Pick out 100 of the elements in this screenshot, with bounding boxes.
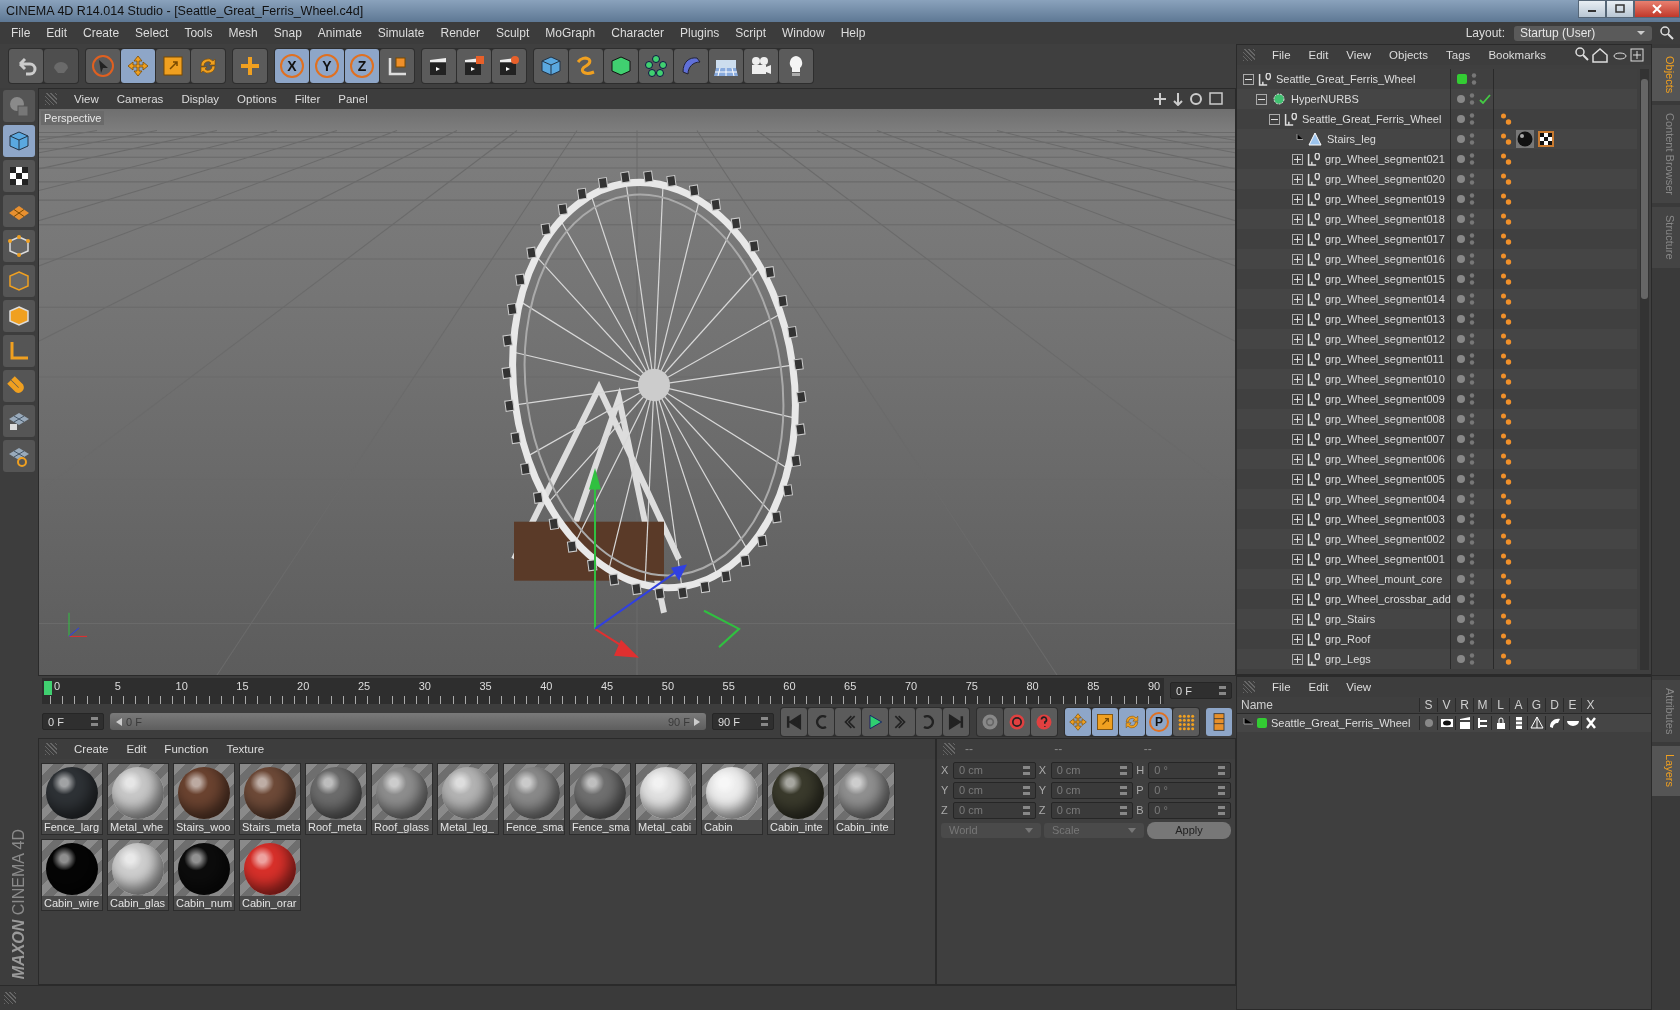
tool-button[interactable] — [604, 49, 638, 83]
material-swatch[interactable]: Stairs_meta — [239, 763, 301, 835]
phong-tag-icon[interactable] — [1500, 312, 1512, 326]
expand-toggle[interactable] — [1292, 233, 1303, 245]
menu-item[interactable]: Display — [174, 93, 227, 105]
editor-render-dots[interactable] — [1469, 392, 1475, 406]
editor-render-dots[interactable] — [1469, 492, 1475, 506]
editor-render-dots[interactable] — [1469, 552, 1475, 566]
object-name[interactable]: grp_Wheel_segment017 — [1325, 233, 1445, 245]
editor-render-dots[interactable] — [1469, 612, 1475, 626]
visibility-dot[interactable] — [1457, 615, 1465, 623]
phong-tag-icon[interactable] — [1500, 172, 1512, 186]
material-swatch[interactable]: Fence_larg — [41, 763, 103, 835]
right-handle-icon[interactable] — [694, 717, 700, 726]
checkmark-icon[interactable] — [1479, 93, 1491, 105]
tool-button[interactable] — [422, 49, 456, 83]
column-header[interactable]: E — [1563, 698, 1581, 712]
tool-button[interactable] — [1092, 707, 1118, 736]
menu-item[interactable]: File — [4, 26, 38, 40]
panel-grip[interactable] — [45, 93, 57, 105]
expand-toggle[interactable] — [1292, 193, 1303, 205]
object-name[interactable]: Seattle_Great_Ferris_Wheel — [1276, 73, 1416, 85]
expand-toggle[interactable] — [1292, 433, 1303, 445]
phong-tag-icon[interactable] — [1500, 552, 1512, 566]
tool-button[interactable] — [492, 49, 526, 83]
expand-toggle[interactable] — [1243, 73, 1254, 85]
editor-render-dots[interactable] — [1469, 412, 1475, 426]
expand-toggle[interactable] — [1292, 653, 1303, 665]
editor-render-dots[interactable] — [1469, 112, 1475, 126]
axis-button[interactable]: P — [1146, 707, 1172, 736]
playhead[interactable] — [44, 680, 52, 695]
visibility-dot[interactable] — [1457, 275, 1465, 283]
object-name[interactable]: grp_Wheel_segment020 — [1325, 173, 1445, 185]
3d-viewport[interactable]: Perspective — [39, 109, 1235, 675]
menu-item[interactable]: Function — [157, 743, 216, 755]
expand-toggle[interactable] — [1269, 113, 1280, 125]
menu-item[interactable]: Bookmarks — [1481, 49, 1553, 61]
column-header[interactable]: A — [1509, 698, 1527, 712]
column-header[interactable]: R — [1455, 698, 1473, 712]
column-header[interactable]: Name — [1237, 698, 1419, 712]
object-name[interactable]: grp_Roof — [1325, 633, 1371, 645]
menu-item[interactable]: Mesh — [221, 26, 265, 40]
phong-tag-icon[interactable] — [1500, 472, 1512, 486]
menu-item[interactable]: Snap — [266, 26, 309, 40]
editor-render-dots[interactable] — [1469, 92, 1475, 106]
editor-render-dots[interactable] — [1469, 132, 1475, 146]
phong-tag-icon[interactable] — [1500, 612, 1512, 626]
menu-item[interactable]: Create — [76, 26, 127, 40]
editor-render-dots[interactable] — [1471, 72, 1477, 86]
visibility-dot[interactable] — [1457, 595, 1465, 603]
expand-toggle[interactable] — [1292, 533, 1303, 545]
menu-item[interactable]: Edit — [1301, 681, 1336, 693]
visibility-dot[interactable] — [1457, 115, 1465, 123]
phong-tag-icon[interactable] — [1500, 392, 1512, 406]
phong-tag-icon[interactable] — [1500, 572, 1512, 586]
x-icon[interactable] — [1583, 716, 1598, 730]
visibility-dot[interactable] — [1457, 515, 1465, 523]
visibility-dot[interactable] — [1457, 235, 1465, 243]
editor-render-dots[interactable] — [1469, 292, 1475, 306]
pyramid-icon[interactable] — [1529, 716, 1544, 730]
menu-item[interactable]: Simulate — [370, 26, 432, 40]
menu-item[interactable]: Filter — [287, 93, 328, 105]
phong-tag-icon[interactable] — [1500, 112, 1512, 126]
expand-toggle[interactable] — [1292, 333, 1303, 345]
visibility-dot[interactable] — [1457, 475, 1465, 483]
checker-tag-icon[interactable] — [1538, 131, 1554, 147]
phong-tag-icon[interactable] — [1500, 492, 1512, 506]
layout-dropdown[interactable]: Startup (User) — [1514, 25, 1652, 41]
object-name[interactable]: grp_Wheel_segment003 — [1325, 513, 1445, 525]
visibility-dot[interactable] — [1457, 315, 1465, 323]
visibility-dot[interactable] — [1457, 555, 1465, 563]
visibility-dot[interactable] — [1457, 435, 1465, 443]
object-name[interactable]: grp_Wheel_segment015 — [1325, 273, 1445, 285]
object-name[interactable]: grp_Stairs — [1325, 613, 1376, 625]
editor-render-dots[interactable] — [1469, 332, 1475, 346]
expand-toggle[interactable] — [1292, 173, 1303, 185]
material-swatch[interactable]: Cabin_num — [173, 839, 235, 911]
visibility-dot[interactable] — [1457, 215, 1465, 223]
visibility-dot[interactable] — [1457, 355, 1465, 363]
object-name[interactable]: grp_Wheel_segment021 — [1325, 153, 1445, 165]
editor-render-dots[interactable] — [1469, 652, 1475, 666]
object-name[interactable]: grp_Wheel_segment008 — [1325, 413, 1445, 425]
material-swatch[interactable]: Cabin_wire — [41, 839, 103, 911]
close-button[interactable] — [1634, 0, 1680, 18]
expand-toggle[interactable] — [1292, 413, 1303, 425]
menu-item[interactable]: Cameras — [109, 93, 171, 105]
expand-toggle[interactable] — [1292, 353, 1303, 365]
editor-render-dots[interactable] — [1469, 372, 1475, 386]
editor-render-dots[interactable] — [1469, 352, 1475, 366]
editor-render-dots[interactable] — [1469, 312, 1475, 326]
object-name[interactable]: grp_Legs — [1325, 653, 1371, 665]
expand-toggle[interactable] — [1292, 313, 1303, 325]
phong-tag-icon[interactable] — [1500, 452, 1512, 466]
visibility-dot[interactable] — [1457, 635, 1465, 643]
menu-item[interactable]: Options — [230, 93, 284, 105]
visibility-dot[interactable] — [1457, 655, 1465, 663]
editor-render-dots[interactable] — [1469, 152, 1475, 166]
phong-tag-icon[interactable] — [1500, 252, 1512, 266]
editor-render-dots[interactable] — [1469, 252, 1475, 266]
material-swatch[interactable]: Metal_whe — [107, 763, 169, 835]
